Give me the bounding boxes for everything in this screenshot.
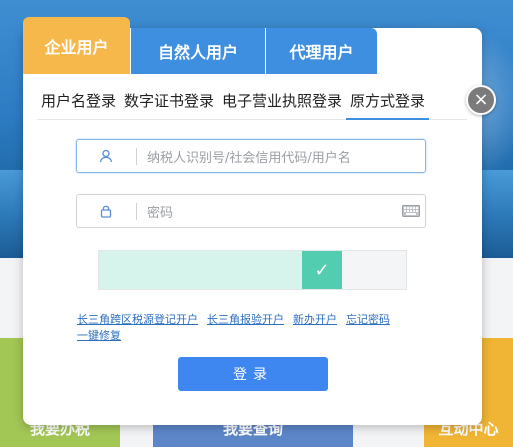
link-one-click-repair[interactable]: 一键修复 bbox=[77, 329, 121, 342]
tab-username-login[interactable]: 用户名登录 bbox=[37, 89, 120, 118]
field-separator bbox=[136, 148, 137, 165]
tab-enterprise-user[interactable]: 企业用户 bbox=[23, 17, 130, 74]
tab-natural-person-user[interactable]: 自然人用户 bbox=[130, 28, 265, 74]
login-button[interactable]: 登录 bbox=[178, 357, 328, 391]
tab-certificate-login[interactable]: 数字证书登录 bbox=[120, 89, 218, 118]
user-icon bbox=[99, 149, 113, 163]
close-icon[interactable]: × bbox=[466, 85, 496, 115]
slider-captcha[interactable]: ✓ bbox=[98, 250, 407, 290]
link-yrd-cross-region-registration[interactable]: 长三角跨区税源登记开户 bbox=[77, 313, 198, 326]
password-placeholder: 密码 bbox=[147, 206, 174, 221]
login-dialog: 企业用户 自然人用户 代理用户 × 用户名登录 数字证书登录 电子营业执照登录 … bbox=[23, 17, 496, 425]
tab-business-license-login[interactable]: 电子营业执照登录 bbox=[218, 89, 346, 118]
login-method-tabs: 用户名登录 数字证书登录 电子营业执照登录 原方式登录 bbox=[37, 89, 467, 120]
user-type-tabs: 企业用户 自然人用户 代理用户 bbox=[23, 17, 377, 74]
tab-agent-user[interactable]: 代理用户 bbox=[265, 28, 377, 74]
help-links: 长三角跨区税源登记开户 长三角报验开户 新办开户 忘记密码 一键修复 bbox=[77, 312, 437, 344]
password-field[interactable]: 密码 bbox=[76, 194, 426, 228]
tab-legacy-login[interactable]: 原方式登录 bbox=[346, 89, 430, 120]
check-icon[interactable]: ✓ bbox=[302, 251, 342, 289]
link-new-registration[interactable]: 新办开户 bbox=[293, 313, 337, 326]
slider-progress-fill bbox=[99, 251, 302, 289]
username-field[interactable]: 纳税人识别号/社会信用代码/用户名 bbox=[76, 139, 426, 173]
link-yrd-inspection-registration[interactable]: 长三角报验开户 bbox=[207, 313, 284, 326]
lock-icon bbox=[100, 205, 112, 218]
field-separator bbox=[136, 203, 137, 220]
link-forgot-password[interactable]: 忘记密码 bbox=[346, 313, 390, 326]
username-placeholder: 纳税人识别号/社会信用代码/用户名 bbox=[147, 151, 351, 166]
keyboard-icon[interactable] bbox=[402, 205, 420, 217]
